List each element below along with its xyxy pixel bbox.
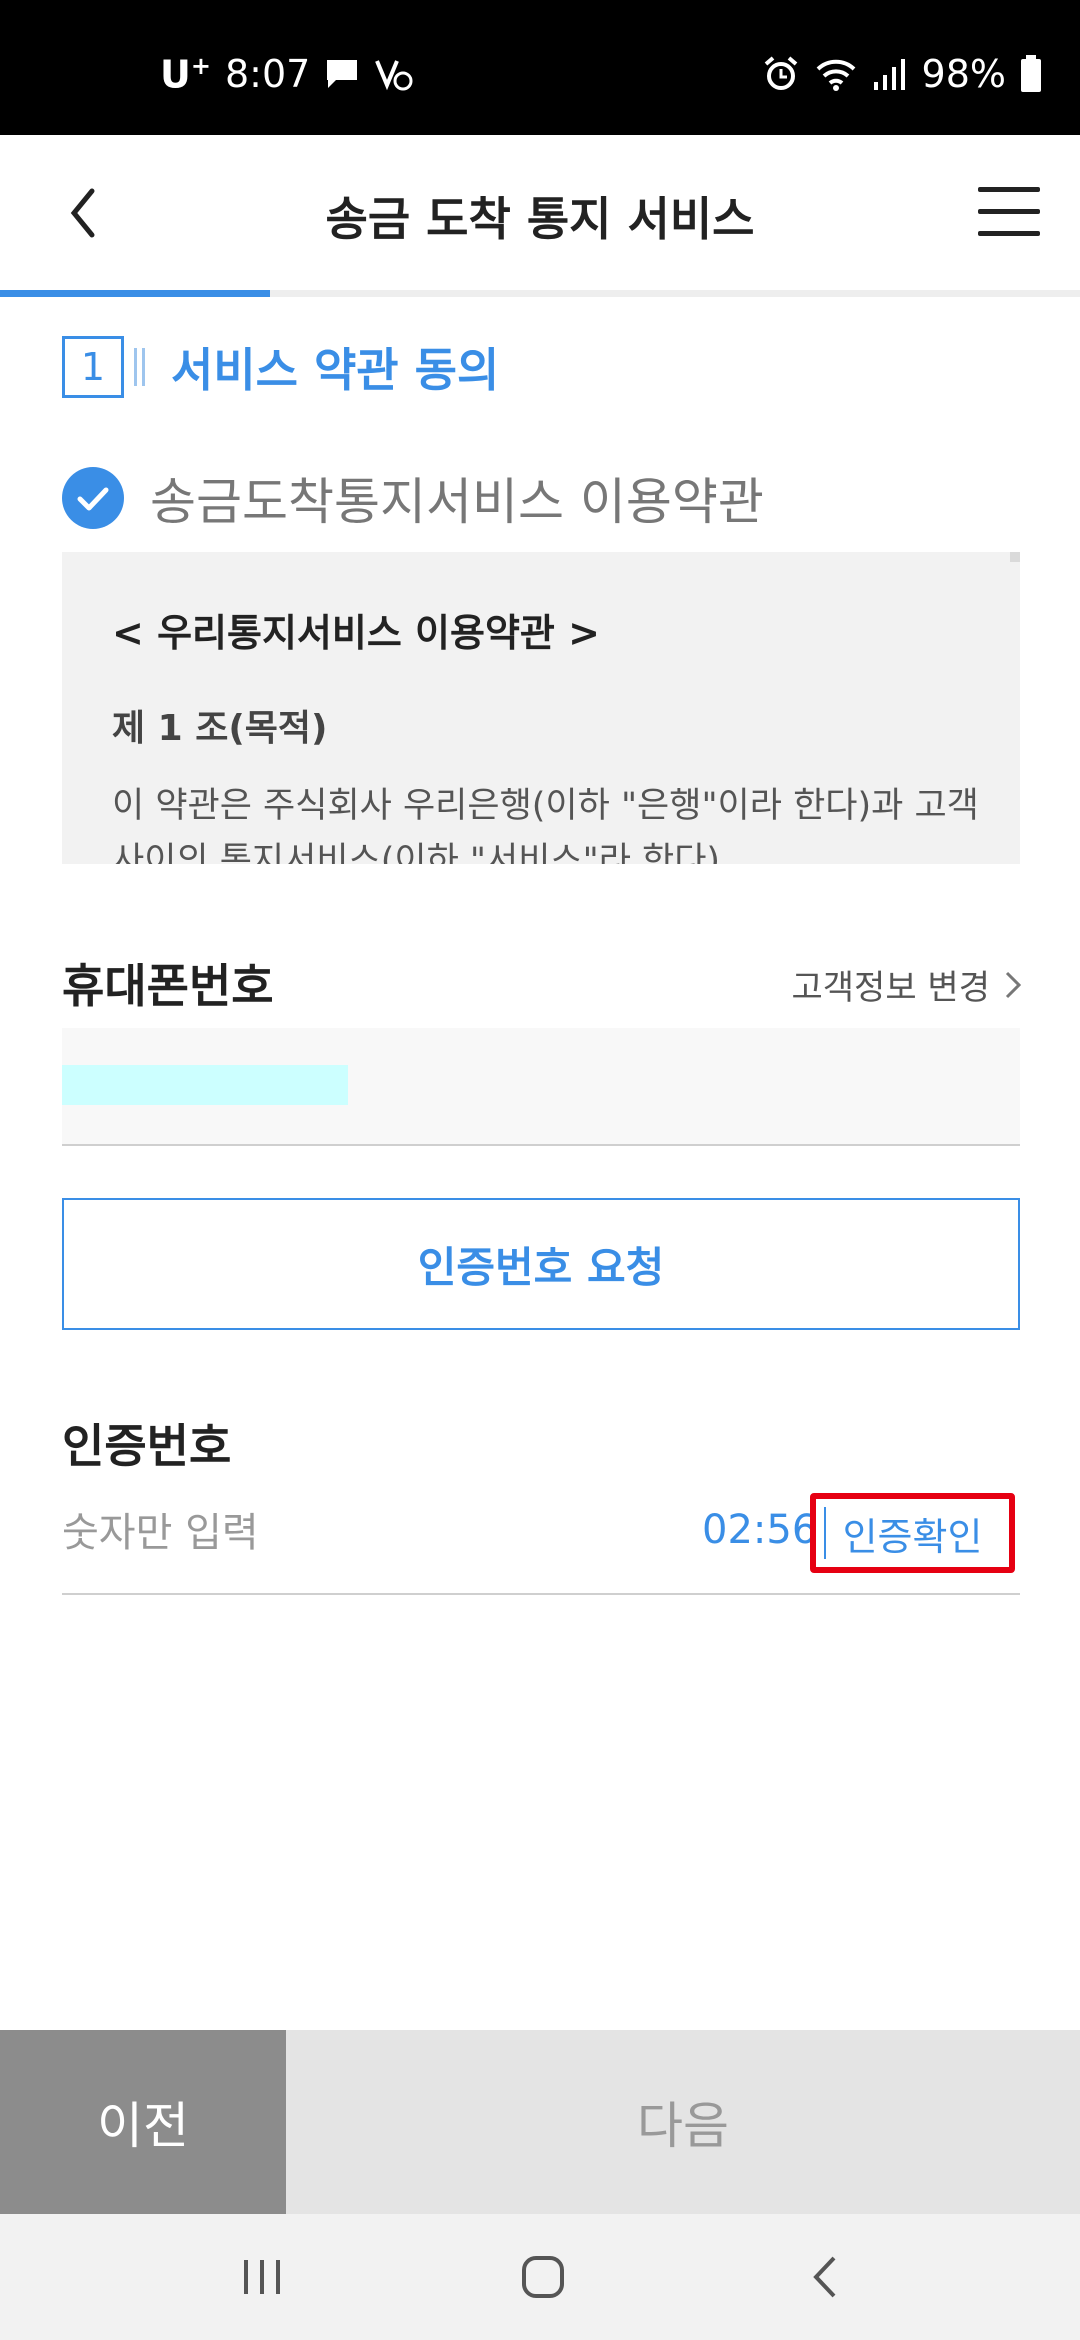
app-header: 송금 도착 통지 서비스 — [0, 135, 1080, 295]
menu-button[interactable] — [978, 187, 1040, 237]
message-icon — [327, 60, 358, 89]
change-customer-info-label: 고객정보 변경 — [791, 968, 991, 1008]
check-circle-icon — [62, 467, 124, 529]
phone-number-field — [62, 1028, 1020, 1146]
auth-code-input[interactable] — [62, 1503, 662, 1563]
step-progress-bar — [0, 290, 1080, 297]
page-title: 송금 도착 통지 서비스 — [325, 192, 755, 246]
back-button[interactable] — [60, 175, 140, 255]
menu-icon-line — [978, 209, 1040, 214]
change-customer-info-link[interactable]: 고객정보 변경 — [792, 960, 1023, 1009]
status-time: 8:07 — [224, 52, 311, 97]
terms-agree-checkbox[interactable]: 송금도착통지서비스 이용약관 — [62, 462, 764, 534]
home-icon[interactable] — [504, 2246, 584, 2308]
alarm-icon — [764, 56, 797, 90]
auth-code-field: 02:56 인증확인 — [62, 1493, 1020, 1595]
step-header: 1 서비스 약관 동의 — [62, 336, 499, 398]
verify-button-border — [824, 1507, 826, 1559]
step-progress-fill — [0, 290, 270, 297]
verify-auth-label: 인증확인 — [842, 1514, 983, 1559]
next-button[interactable]: 다음 — [286, 2030, 1080, 2214]
step-title: 서비스 약관 동의 — [171, 343, 500, 397]
chevron-left-icon — [70, 188, 95, 238]
chevron-right-icon — [1005, 971, 1022, 998]
carrier-label: U+ — [160, 52, 211, 97]
terms-scrollbar[interactable] — [1010, 552, 1020, 562]
terms-title: 송금도착통지서비스 이용약관 — [150, 473, 764, 531]
battery-icon — [1021, 55, 1041, 92]
auth-timer: 02:56 — [702, 1507, 818, 1553]
system-back-icon[interactable] — [786, 2246, 866, 2308]
screen: U+ 8:07 98% 송금 도착 통지 서비스 1 서비스 약관 동의 송금도… — [0, 0, 1080, 2340]
menu-icon-line — [978, 231, 1040, 236]
wifi-icon — [816, 59, 855, 91]
system-nav-bar — [0, 2214, 1080, 2340]
phone-number-masked — [62, 1065, 348, 1105]
recent-apps-icon[interactable] — [222, 2246, 302, 2308]
volte-icon — [375, 60, 413, 91]
step-number: 1 — [62, 336, 124, 398]
status-bar: U+ 8:07 98% — [0, 0, 1080, 135]
auth-code-label: 인증번호 — [62, 1419, 232, 1473]
terms-content-box[interactable]: < 우리통지서비스 이용약관 > 제 1 조(목적) 이 약관은 주식회사 우리… — [62, 552, 1020, 864]
terms-article-title: 제 1 조(목적) — [112, 708, 328, 749]
verify-auth-button[interactable]: 인증확인 — [810, 1493, 1015, 1573]
battery-percent: 98% — [921, 52, 1006, 96]
terms-body-text: 이 약관은 주식회사 우리은행(이하 "은행"이라 한다)과 고객 사이의 통지… — [112, 786, 979, 864]
signal-icon — [873, 59, 905, 90]
prev-button[interactable]: 이전 — [0, 2030, 286, 2214]
phone-label: 휴대폰번호 — [62, 959, 274, 1013]
menu-icon — [978, 187, 1040, 192]
request-auth-code-button[interactable]: 인증번호 요청 — [62, 1198, 1020, 1330]
step-divider — [134, 348, 145, 386]
terms-heading: < 우리통지서비스 이용약관 > — [112, 611, 600, 655]
